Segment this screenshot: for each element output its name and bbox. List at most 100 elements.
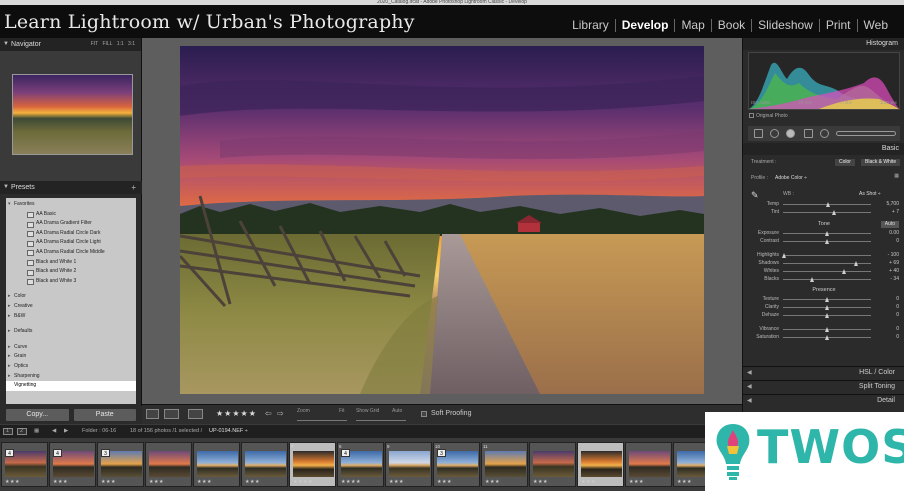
- slider-knob[interactable]: [824, 238, 829, 244]
- back-arrow-icon[interactable]: ◀: [52, 428, 56, 434]
- slider-whites[interactable]: Whites + 40: [743, 267, 904, 275]
- collapse-triangle-icon[interactable]: ▼: [3, 38, 9, 51]
- preset-item[interactable]: AA Drama Radial Circle Middle: [6, 248, 136, 258]
- slider-knob[interactable]: [782, 252, 787, 258]
- slider-shadows[interactable]: Shadows + 69: [743, 259, 904, 267]
- preset-folder[interactable]: Defaults: [6, 327, 136, 337]
- filename-dropdown[interactable]: UP-0194.NEF ÷: [209, 428, 248, 434]
- slider-value[interactable]: 0: [896, 296, 899, 302]
- paste-button[interactable]: Paste: [73, 409, 136, 421]
- profile-browser-icon[interactable]: ▦: [894, 173, 899, 179]
- main-photo[interactable]: [180, 46, 704, 394]
- preset-item[interactable]: Black and White 3: [6, 277, 136, 287]
- filmstrip-thumbnail[interactable]: 8 4 ★★★★: [337, 442, 384, 487]
- expand-triangle-icon[interactable]: ◀: [747, 381, 752, 393]
- filmstrip-thumbnail[interactable]: 9 ★★★: [385, 442, 432, 487]
- module-book[interactable]: Book: [712, 19, 753, 32]
- collapse-triangle-icon[interactable]: ▼: [3, 181, 9, 194]
- treatment-bw-button[interactable]: Black & White: [861, 159, 901, 166]
- page-1-label[interactable]: 1: [6, 428, 9, 434]
- slider-value[interactable]: 0: [896, 304, 899, 310]
- slider-value[interactable]: 5,700: [886, 201, 899, 207]
- module-develop[interactable]: Develop: [616, 19, 676, 32]
- forward-arrow-icon[interactable]: ▶: [64, 428, 68, 434]
- graduated-filter-icon[interactable]: [804, 129, 813, 138]
- slider-texture[interactable]: Texture 0: [743, 295, 904, 303]
- add-preset-icon[interactable]: +: [131, 181, 136, 194]
- filmstrip-thumbnail[interactable]: 4 ★★★: [49, 442, 96, 487]
- show-grid-slider[interactable]: [356, 420, 406, 421]
- filmstrip-thumbnail[interactable]: ★★★: [193, 442, 240, 487]
- slider-track[interactable]: [783, 271, 871, 272]
- adjustment-brush-icon[interactable]: [836, 131, 896, 136]
- preset-item[interactable]: AA Drama Radial Circle Light: [6, 238, 136, 248]
- preset-folder[interactable]: Color: [6, 292, 136, 302]
- filmstrip-thumbnail[interactable]: ★★★: [145, 442, 192, 487]
- preset-folder[interactable]: Grain: [6, 352, 136, 362]
- filmstrip-thumbnail[interactable]: 7 ★★★★: [289, 442, 336, 487]
- before-after-icon[interactable]: [164, 409, 179, 419]
- spot-removal-tool-icon[interactable]: [770, 129, 779, 138]
- slider-tint[interactable]: Tint + 7: [743, 208, 904, 216]
- stack-count-badge[interactable]: 4: [5, 449, 14, 457]
- page-2-label[interactable]: 2: [20, 428, 23, 434]
- grid-view-icon[interactable]: ▦: [34, 428, 39, 434]
- preset-folder[interactable]: Curve: [6, 343, 136, 353]
- slider-value[interactable]: - 34: [890, 276, 899, 282]
- slider-saturation[interactable]: Saturation 0: [743, 333, 904, 341]
- preset-folder[interactable]: Optics: [6, 362, 136, 372]
- crop-tool-icon[interactable]: [754, 129, 763, 138]
- slider-knob[interactable]: [824, 230, 829, 236]
- slider-knob[interactable]: [809, 276, 814, 282]
- before-after-options-icon[interactable]: [188, 409, 203, 419]
- slider-dehaze[interactable]: Dehaze 0: [743, 311, 904, 319]
- slider-knob[interactable]: [824, 326, 829, 332]
- slider-value[interactable]: + 69: [889, 260, 899, 266]
- zoom-slider[interactable]: [297, 420, 347, 421]
- navigator-zoom-options[interactable]: FIT FILL 1:1 3:1: [91, 38, 135, 51]
- filmstrip-thumbnail[interactable]: ★★★: [529, 442, 576, 487]
- filmstrip-thumbnail[interactable]: 4 ★★★: [1, 442, 48, 487]
- slider-knob[interactable]: [824, 334, 829, 340]
- filmstrip-thumbnail[interactable]: ★★★: [625, 442, 672, 487]
- navigator-header[interactable]: ▼ Navigator FIT FILL 1:1 3:1: [0, 38, 141, 51]
- slider-knob[interactable]: [824, 304, 829, 310]
- preset-folder[interactable]: Vignetting: [6, 381, 136, 391]
- module-map[interactable]: Map: [675, 19, 712, 32]
- original-photo-checkbox[interactable]: [749, 113, 754, 118]
- slider-knob[interactable]: [854, 260, 859, 266]
- stack-count-badge[interactable]: 3: [437, 449, 446, 457]
- treatment-color-button[interactable]: Color: [835, 159, 855, 166]
- filmstrip-thumbnail[interactable]: 3 ★★★: [97, 442, 144, 487]
- detail-header[interactable]: ◀ Detail: [743, 394, 904, 406]
- preset-item[interactable]: Black and White 1: [6, 258, 136, 268]
- filmstrip-thumbnail[interactable]: ★★★: [577, 442, 624, 487]
- slider-track[interactable]: [783, 279, 871, 280]
- module-print[interactable]: Print: [820, 19, 858, 32]
- slider-contrast[interactable]: Contrast 0: [743, 237, 904, 245]
- original-photo-toggle[interactable]: Original Photo: [749, 113, 788, 119]
- slider-knob[interactable]: [824, 296, 829, 302]
- loupe-view-icon[interactable]: [146, 409, 159, 419]
- presets-header[interactable]: ▼ Presets +: [0, 181, 142, 194]
- preset-folder[interactable]: Favorites: [6, 200, 136, 210]
- navigator-thumbnail[interactable]: [12, 74, 133, 155]
- preset-folder[interactable]: Creative: [6, 302, 136, 312]
- slider-value[interactable]: - 100: [888, 252, 899, 258]
- expand-triangle-icon[interactable]: ◀: [747, 367, 752, 379]
- slider-value[interactable]: 0: [896, 238, 899, 244]
- preset-item[interactable]: AA Basic: [6, 210, 136, 220]
- radial-filter-icon[interactable]: [820, 129, 829, 138]
- filmstrip-thumbnail[interactable]: 11 ★★★: [481, 442, 528, 487]
- red-eye-tool-icon[interactable]: [786, 129, 795, 138]
- slider-value[interactable]: 0.00: [889, 230, 899, 236]
- slider-value[interactable]: 0: [896, 326, 899, 332]
- slider-knob[interactable]: [824, 312, 829, 318]
- next-photo-icon[interactable]: ⇨: [277, 409, 284, 419]
- folder-source[interactable]: Folder : 06-16: [82, 428, 116, 434]
- stack-count-badge[interactable]: 3: [101, 449, 110, 457]
- slider-track[interactable]: [783, 212, 871, 213]
- stack-count-badge[interactable]: 4: [53, 449, 62, 457]
- slider-value[interactable]: + 40: [889, 268, 899, 274]
- stack-count-badge[interactable]: 4: [341, 449, 350, 457]
